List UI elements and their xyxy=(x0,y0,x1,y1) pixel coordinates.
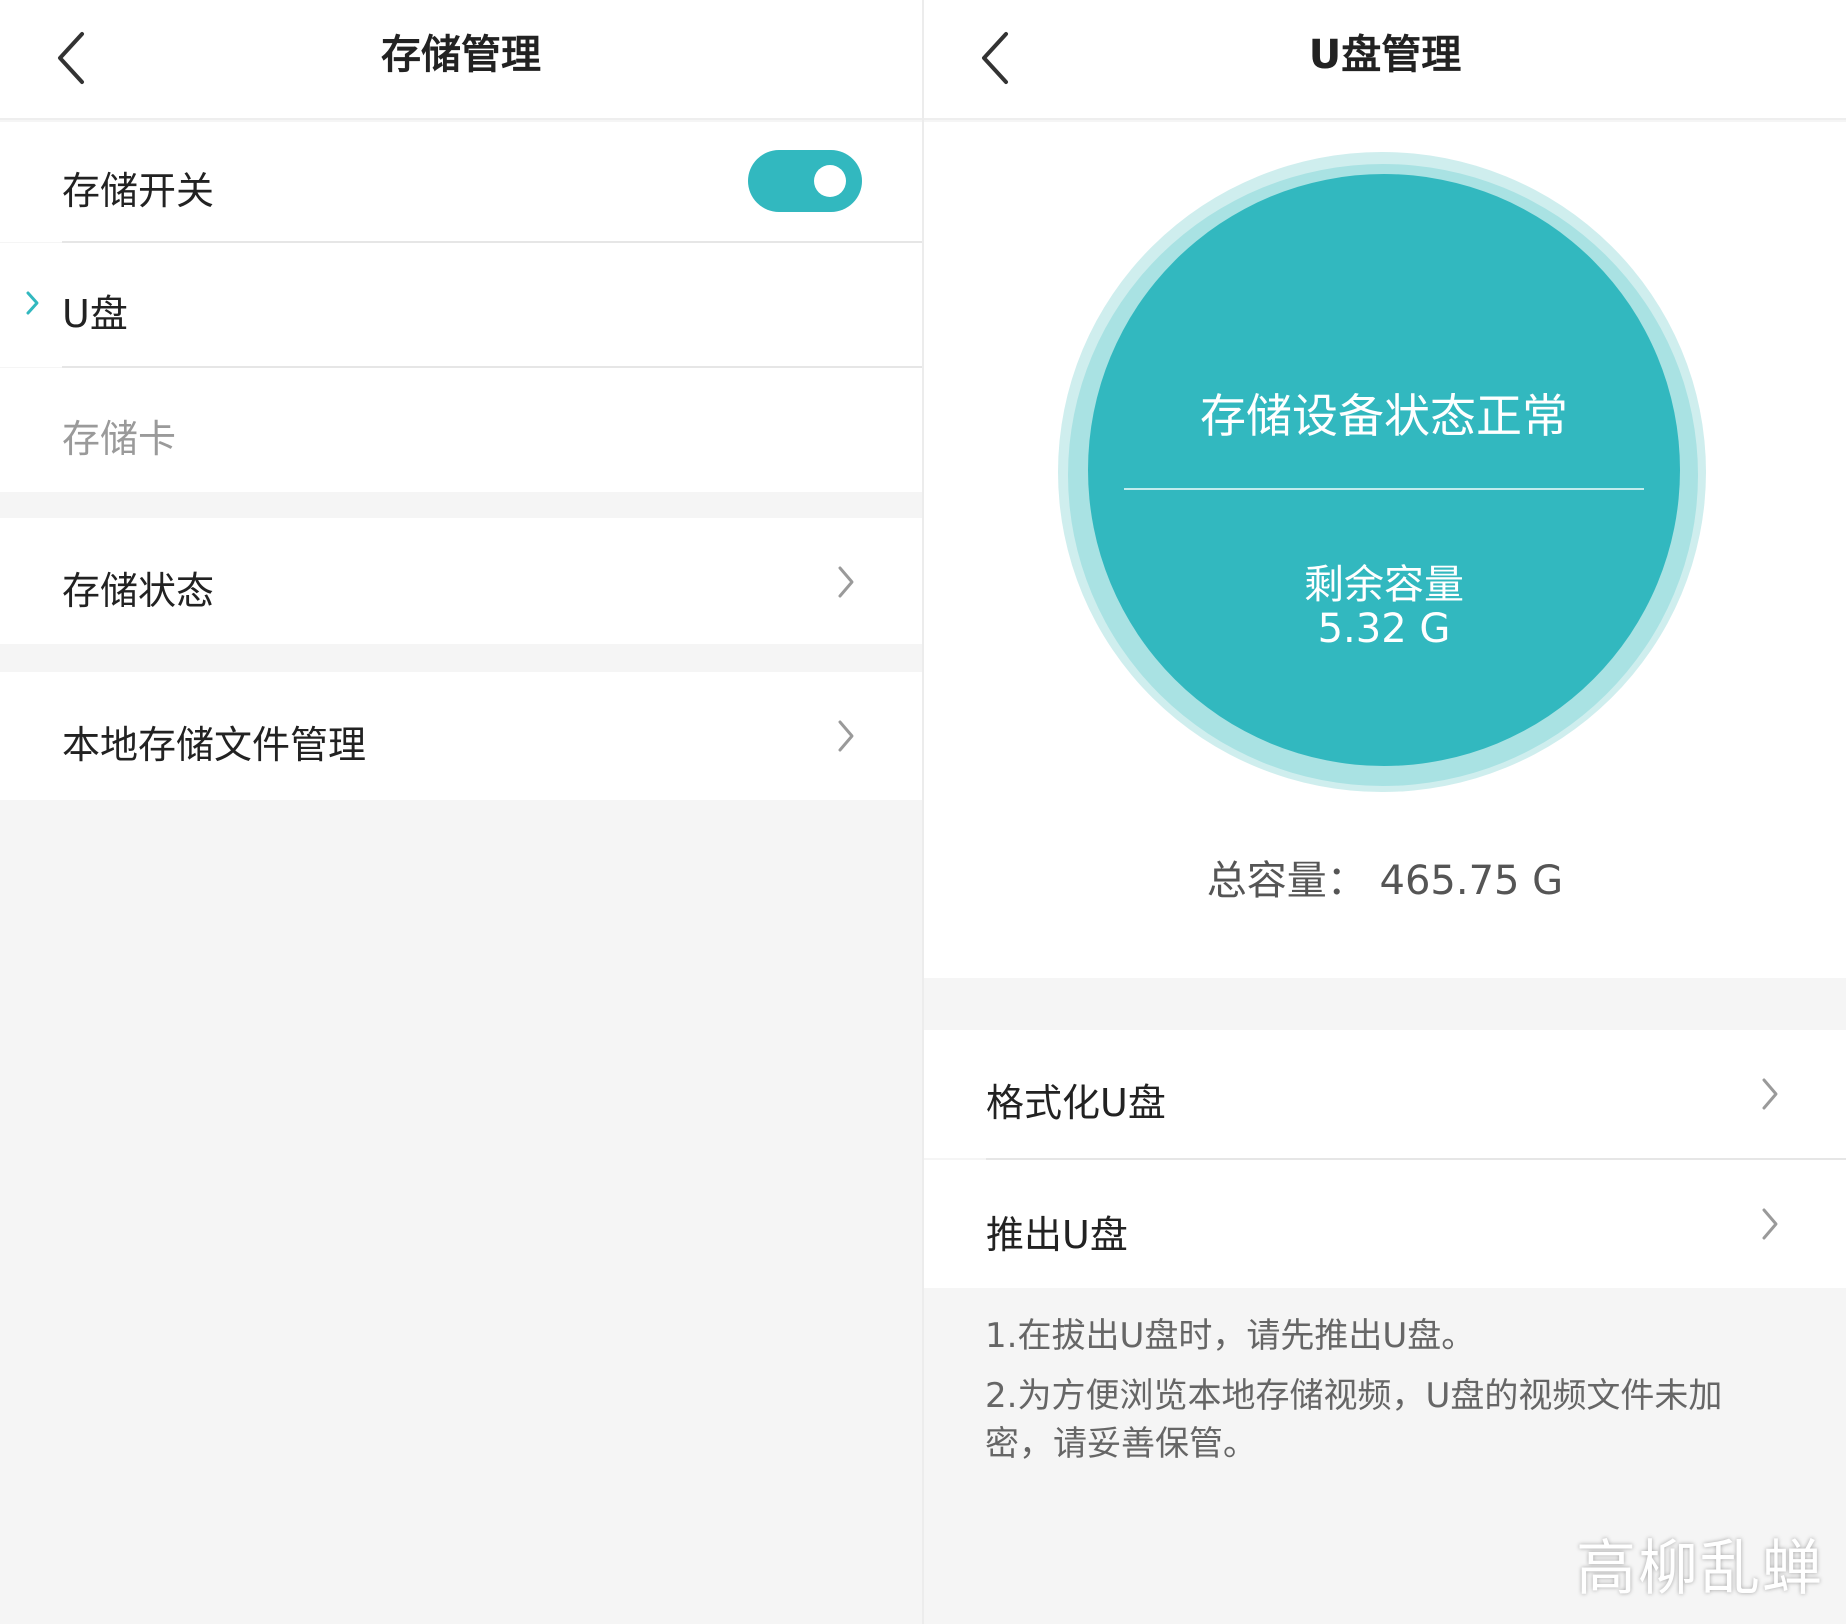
storage-status-label: 存储状态 xyxy=(62,569,215,613)
option-label: U盘 xyxy=(62,292,128,336)
format-u-disk-row[interactable]: 格式化U盘 xyxy=(924,1030,1846,1158)
selected-chevron-icon xyxy=(22,285,42,321)
option-label: 存储卡 xyxy=(62,417,177,461)
storage-status-row[interactable]: 存储状态 xyxy=(0,518,922,644)
watermark: 高柳乱蝉 xyxy=(1576,1534,1824,1604)
storage-switch-label: 存储开关 xyxy=(62,169,215,213)
header-bar: 存储管理 xyxy=(0,0,922,120)
page-title: 存储管理 xyxy=(381,32,541,78)
local-files-row[interactable]: 本地存储文件管理 xyxy=(0,672,922,800)
eject-u-disk-label: 推出U盘 xyxy=(986,1213,1128,1257)
page-title: U盘管理 xyxy=(1308,32,1462,78)
note-2: 2.为方便浏览本地存储视频，U盘的视频文件未加密，请妥善保管。 xyxy=(985,1376,1723,1464)
chevron-right-icon xyxy=(834,716,858,756)
chevron-right-icon xyxy=(1758,1204,1782,1244)
storage-status-circle: 存储设备状态正常 剩余容量 5.32 G xyxy=(1058,152,1706,792)
eject-u-disk-row[interactable]: 推出U盘 xyxy=(924,1160,1846,1288)
remaining-capacity-value: 5.32 G xyxy=(1317,606,1451,652)
total-capacity: 总容量： 465.75 G xyxy=(1206,858,1564,904)
header-bar: U盘管理 xyxy=(924,0,1846,120)
chevron-right-icon xyxy=(1758,1074,1782,1114)
circle-main: 存储设备状态正常 剩余容量 5.32 G xyxy=(1088,174,1680,766)
status-text: 存储设备状态正常 xyxy=(1200,389,1568,443)
remaining-capacity-label: 剩余容量 xyxy=(1304,562,1464,608)
storage-switch-toggle[interactable] xyxy=(748,150,862,212)
note-1: 1.在拔出U盘时，请先推出U盘。 xyxy=(985,1316,1476,1356)
local-files-label: 本地存储文件管理 xyxy=(62,723,367,767)
storage-management-screen: 存储管理 存储开关 U盘 存储卡 存储状态 本地存储文件管理 xyxy=(0,0,922,1624)
chevron-right-icon xyxy=(834,562,858,602)
option-memory-card[interactable]: 存储卡 xyxy=(0,368,922,492)
circle-divider xyxy=(1124,488,1644,490)
format-u-disk-label: 格式化U盘 xyxy=(986,1081,1166,1125)
option-u-disk[interactable]: U盘 xyxy=(0,243,922,367)
toggle-knob xyxy=(814,165,846,197)
